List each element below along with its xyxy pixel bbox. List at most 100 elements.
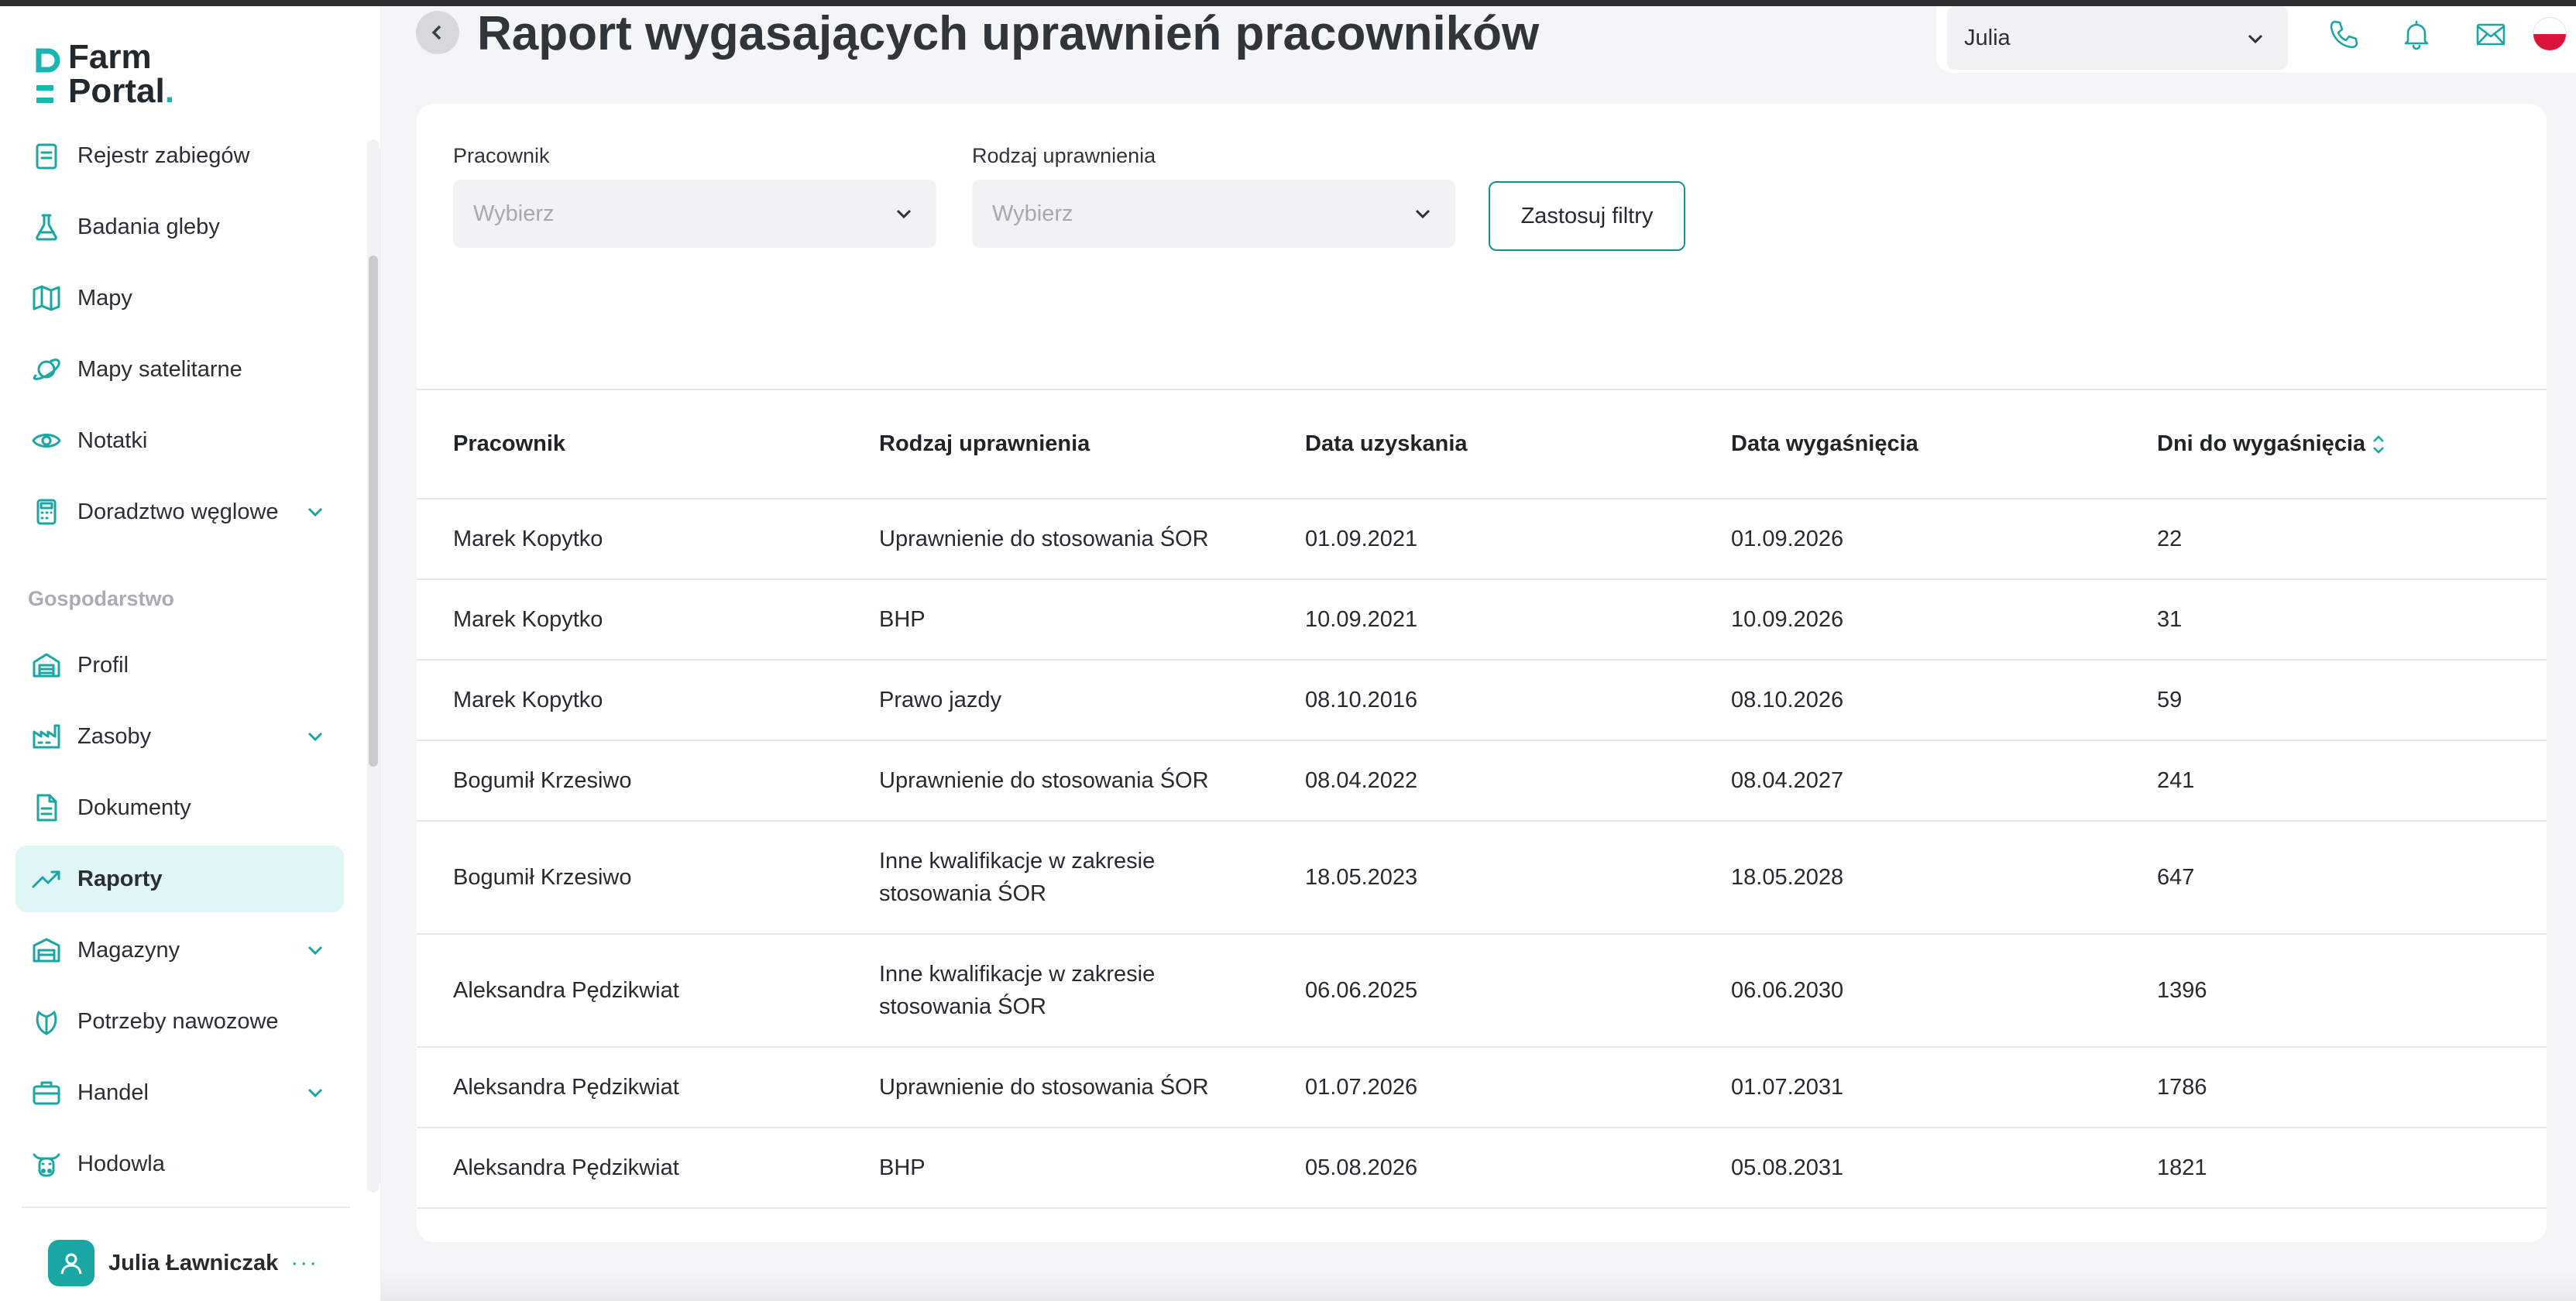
cell-expiry-date: 08.04.2027 bbox=[1695, 740, 2121, 822]
cell-permission-type: Uprawnienie do stosowania ŚOR bbox=[843, 499, 1269, 580]
farm-portal-logo[interactable]: Farm Portal. bbox=[34, 40, 235, 118]
apply-filters-button[interactable]: Zastosuj filtry bbox=[1489, 181, 1685, 251]
sidebar-item-label: Mapy bbox=[77, 285, 132, 311]
sort-icon[interactable] bbox=[2370, 433, 2387, 456]
logo-line-2: Portal bbox=[68, 72, 165, 110]
sidebar-item-profil[interactable]: Profil bbox=[15, 632, 344, 699]
phone-icon[interactable] bbox=[2327, 17, 2361, 51]
sidebar-item-raporty[interactable]: Raporty bbox=[15, 846, 344, 912]
table-row[interactable]: Bogumił Krzesiwo Inne kwalifikacje w zak… bbox=[417, 821, 2547, 935]
sidebar-item-label: Mapy satelitarne bbox=[77, 356, 242, 382]
bottom-scroll-shadow bbox=[381, 1270, 2576, 1301]
factory-icon bbox=[29, 719, 64, 753]
map-icon bbox=[29, 281, 64, 315]
sidebar-item-label: Hodowla bbox=[77, 1151, 165, 1176]
column-header-days-to-expiry[interactable]: Dni do wygaśnięcia bbox=[2121, 390, 2547, 499]
warehouse-icon bbox=[29, 648, 64, 682]
sidebar-item-label: Dokumenty bbox=[77, 795, 191, 820]
column-header-permission-type[interactable]: Rodzaj uprawnienia bbox=[843, 390, 1269, 499]
sidebar-item-rejestr-zabiegow[interactable]: Rejestr zabiegów bbox=[15, 122, 344, 189]
table-row[interactable]: Aleksandra Pędzikwiat Uprawnienie do sto… bbox=[417, 1047, 2547, 1128]
cell-employee: Marek Kopytko bbox=[417, 579, 843, 661]
cell-permission-type: Inne kwalifikacje w zakresie stosowania … bbox=[843, 934, 1269, 1048]
cell-days-to-expiry: 1786 bbox=[2121, 1047, 2547, 1128]
sidebar-item-label: Magazyny bbox=[77, 937, 180, 963]
cell-employee: Bogumił Krzesiwo bbox=[417, 821, 843, 935]
cell-employee: Marek Kopytko bbox=[417, 660, 843, 741]
column-header-employee[interactable]: Pracownik bbox=[417, 390, 843, 499]
sidebar-item-label: Potrzeby nawozowe bbox=[77, 1008, 279, 1034]
report-card: Pracownik Wybierz Rodzaj uprawnienia Wyb… bbox=[417, 104, 2547, 1242]
sidebar-user[interactable]: Julia Ławniczak ··· bbox=[48, 1237, 318, 1289]
trending-up-icon bbox=[29, 862, 64, 896]
sidebar-item-doradztwo-weglowe[interactable]: Doradztwo węglowe bbox=[15, 479, 344, 545]
cell-expiry-date: 01.07.2031 bbox=[1695, 1047, 2121, 1128]
column-header-expiry-date[interactable]: Data wygaśnięcia bbox=[1695, 390, 2121, 499]
calculator-icon bbox=[29, 495, 64, 529]
more-options-icon[interactable]: ··· bbox=[290, 1250, 318, 1276]
table-row[interactable]: Marek Kopytko Prawo jazdy 08.10.2016 08.… bbox=[417, 660, 2547, 741]
sidebar-item-mapy-satelitarne[interactable]: Mapy satelitarne bbox=[15, 336, 344, 403]
chevron-down-icon[interactable] bbox=[304, 500, 327, 523]
sidebar: Farm Portal. Rejestr zabiegów Badania gl… bbox=[0, 6, 381, 1301]
cell-obtained-date: 01.09.2021 bbox=[1269, 499, 1695, 580]
section-label-gospodarstwo: Gospodarstwo bbox=[28, 587, 175, 610]
employee-filter-placeholder: Wybierz bbox=[473, 201, 555, 226]
cell-obtained-date: 01.07.2026 bbox=[1269, 1047, 1695, 1128]
sidebar-item-notatki[interactable]: Notatki bbox=[15, 407, 344, 474]
column-header-obtained-date[interactable]: Data uzyskania bbox=[1269, 390, 1695, 499]
permission-filter-select[interactable]: Wybierz bbox=[972, 180, 1455, 248]
user-select-value: Julia bbox=[1964, 25, 2011, 50]
cell-obtained-date: 08.04.2022 bbox=[1269, 740, 1695, 822]
sidebar-item-label: Doradztwo węglowe bbox=[77, 499, 279, 524]
sidebar-item-mapy[interactable]: Mapy bbox=[15, 265, 344, 331]
cell-permission-type: BHP bbox=[843, 1128, 1269, 1209]
clipboard-list-icon bbox=[29, 139, 64, 173]
sidebar-item-hodowla[interactable]: Hodowla bbox=[15, 1131, 344, 1197]
cell-employee: Aleksandra Pędzikwiat bbox=[417, 934, 843, 1048]
mail-icon[interactable] bbox=[2474, 17, 2508, 51]
sidebar-scrollbar-thumb[interactable] bbox=[369, 256, 378, 767]
cell-permission-type: Inne kwalifikacje w zakresie stosowania … bbox=[843, 821, 1269, 935]
user-select[interactable]: Julia bbox=[1947, 6, 2288, 70]
logo-dot: . bbox=[164, 72, 174, 110]
employee-filter-select[interactable]: Wybierz bbox=[453, 180, 936, 248]
sidebar-item-dokumenty[interactable]: Dokumenty bbox=[15, 774, 344, 841]
cell-permission-type: BHP bbox=[843, 579, 1269, 661]
permission-filter-placeholder: Wybierz bbox=[992, 201, 1073, 226]
flask-icon bbox=[29, 210, 64, 244]
cell-expiry-date: 01.09.2026 bbox=[1695, 499, 2121, 580]
table-row[interactable]: Aleksandra Pędzikwiat Inne kwalifikacje … bbox=[417, 934, 2547, 1048]
table-row[interactable]: Marek Kopytko BHP 10.09.2021 10.09.2026 … bbox=[417, 579, 2547, 661]
table-row[interactable]: Marek Kopytko Uprawnienie do stosowania … bbox=[417, 499, 2547, 580]
cell-expiry-date: 08.10.2026 bbox=[1695, 660, 2121, 741]
sidebar-item-potrzeby-nawozowe[interactable]: Potrzeby nawozowe bbox=[15, 988, 344, 1055]
sidebar-scrollbar[interactable] bbox=[367, 139, 380, 1193]
cell-obtained-date: 10.09.2021 bbox=[1269, 579, 1695, 661]
cell-days-to-expiry: 647 bbox=[2121, 821, 2547, 935]
sidebar-item-magazyny[interactable]: Magazyny bbox=[15, 917, 344, 983]
cell-permission-type: Uprawnienie do stosowania ŚOR bbox=[843, 740, 1269, 822]
sidebar-divider bbox=[22, 1207, 350, 1208]
chevron-down-icon[interactable] bbox=[304, 725, 327, 748]
cell-employee: Marek Kopytko bbox=[417, 499, 843, 580]
table-row[interactable]: Bogumił Krzesiwo Uprawnienie do stosowan… bbox=[417, 740, 2547, 822]
cell-days-to-expiry: 1396 bbox=[2121, 934, 2547, 1048]
flag-pl-icon[interactable] bbox=[2533, 17, 2567, 51]
planet-icon bbox=[29, 352, 64, 386]
leaf-icon bbox=[29, 1004, 64, 1038]
sidebar-item-handel[interactable]: Handel bbox=[15, 1059, 344, 1126]
logo-text: Farm Portal. bbox=[68, 40, 174, 108]
chevron-down-icon[interactable] bbox=[304, 1081, 327, 1104]
sidebar-item-badania-gleby[interactable]: Badania gleby bbox=[15, 194, 344, 260]
chevron-down-icon[interactable] bbox=[304, 939, 327, 962]
logo-line-1: Farm bbox=[68, 38, 152, 76]
back-button[interactable] bbox=[416, 11, 459, 54]
sidebar-item-zasoby[interactable]: Zasoby bbox=[15, 703, 344, 770]
cell-obtained-date: 18.05.2023 bbox=[1269, 821, 1695, 935]
cell-permission-type: Uprawnienie do stosowania ŚOR bbox=[843, 1047, 1269, 1128]
bell-icon[interactable] bbox=[2399, 17, 2433, 51]
table-header-row: Pracownik Rodzaj uprawnienia Data uzyska… bbox=[417, 390, 2547, 499]
sidebar-item-label: Zasoby bbox=[77, 723, 152, 749]
table-row[interactable]: Aleksandra Pędzikwiat BHP 05.08.2026 05.… bbox=[417, 1128, 2547, 1209]
